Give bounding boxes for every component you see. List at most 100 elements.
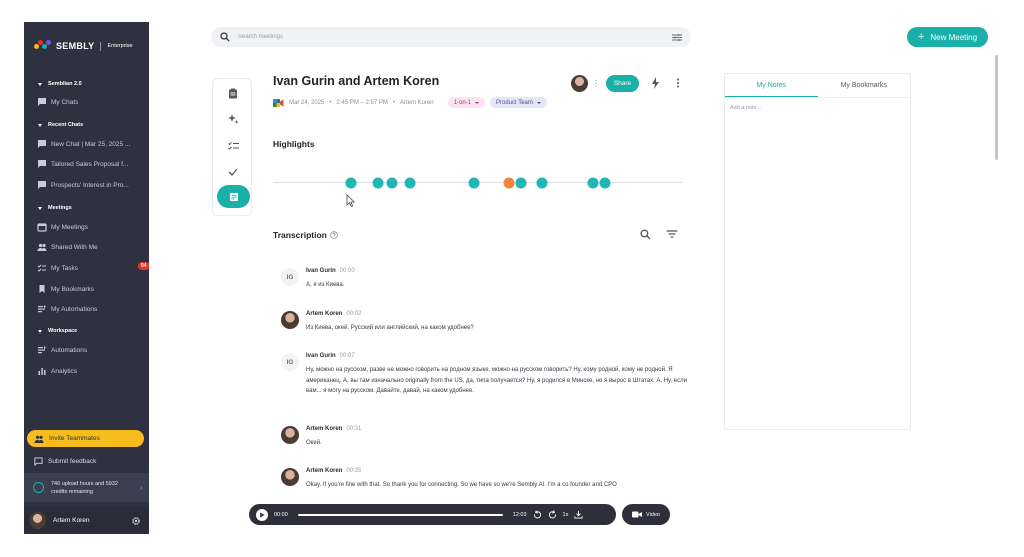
plus-icon: + <box>917 31 925 43</box>
transcript-view-button[interactable] <box>217 185 250 208</box>
search-bar[interactable] <box>211 27 691 47</box>
highlight-marker[interactable] <box>515 177 527 189</box>
user-profile[interactable]: Artem Koren <box>24 507 149 534</box>
submit-feedback-link[interactable]: Submit feedback <box>34 457 96 466</box>
sidebar-item-label: My Tasks <box>51 264 78 272</box>
transcript-icon <box>229 192 238 201</box>
avatar <box>29 512 46 529</box>
highlight-marker[interactable] <box>503 177 515 189</box>
sembly-logo[interactable]: SEMBLY Enterprise <box>34 40 133 52</box>
credits-panel[interactable]: 746 upload hours and 5932 credits remain… <box>24 473 149 502</box>
highlight-marker[interactable] <box>468 177 480 189</box>
more-vertical-icon[interactable] <box>676 77 680 89</box>
more-participants-icon[interactable]: ⋮ <box>592 79 600 88</box>
sidebar-item-my-automations[interactable]: My Automations <box>37 304 145 314</box>
logo-divider <box>100 41 102 51</box>
notes-tabs: My Notes My Bookmarks <box>725 74 910 98</box>
audio-player: 00:00 12:03 1x <box>249 504 616 525</box>
speaker-header: Ivan Gurin 00:00 <box>306 268 355 274</box>
chat-icon <box>38 160 46 168</box>
tag-pill[interactable]: 1-on-1 <box>447 97 485 108</box>
sidebar-item-my-bookmarks[interactable]: My Bookmarks <box>37 284 145 294</box>
chat-icon <box>38 181 46 189</box>
tab-my-bookmarks[interactable]: My Bookmarks <box>818 74 911 97</box>
section-meetings-label: Meetings <box>48 205 72 211</box>
search-transcript-icon[interactable] <box>640 229 651 240</box>
chevron-right-icon: › <box>140 483 143 492</box>
video-toggle-button[interactable]: Video <box>622 504 670 525</box>
page-scrollbar[interactable] <box>995 55 998 160</box>
timestamp[interactable]: 00:02 <box>346 311 361 317</box>
speaker-header: Ivan Gurin 00:07 <box>306 353 355 359</box>
new-meeting-button[interactable]: + New Meeting <box>907 27 988 47</box>
highlight-marker[interactable] <box>587 177 599 189</box>
section-workspace[interactable]: Workspace <box>38 328 77 334</box>
add-note-input[interactable]: Add a note... <box>730 105 761 111</box>
progress-ring-icon <box>33 482 44 493</box>
dot-separator: • <box>329 99 332 106</box>
people-icon <box>37 243 47 251</box>
automation-icon <box>38 305 46 313</box>
filter-sliders-icon[interactable] <box>672 33 682 42</box>
seek-bar[interactable] <box>297 513 503 516</box>
timestamp[interactable]: 00:00 <box>340 268 355 274</box>
recent-chat-item[interactable]: Tailored Sales Proposal f... <box>37 159 145 169</box>
playback-speed[interactable]: 1x <box>563 512 569 518</box>
invite-teammates-button[interactable]: Invite Teammates <box>27 430 144 447</box>
rewind-icon[interactable] <box>533 510 542 519</box>
sidebar-item-automations[interactable]: Automations <box>37 345 145 355</box>
highlight-marker[interactable] <box>536 177 548 189</box>
sidebar-item-analytics[interactable]: Analytics <box>37 366 145 376</box>
sparkle-icon[interactable] <box>226 112 240 126</box>
highlight-marker[interactable] <box>345 177 357 189</box>
filter-icon[interactable] <box>666 229 678 239</box>
video-label: Video <box>646 511 660 518</box>
sidebar-item-shared-with-me[interactable]: Shared With Me <box>37 242 145 252</box>
sidebar-item-label: Automations <box>51 346 88 354</box>
check-icon[interactable] <box>226 165 240 179</box>
timestamp[interactable]: 00:07 <box>340 353 355 359</box>
video-camera-icon <box>632 511 643 518</box>
new-meeting-label: New Meeting <box>930 32 978 42</box>
dot-separator: • <box>392 99 395 106</box>
caret-down-icon <box>38 123 42 127</box>
google-meet-icon <box>273 98 284 107</box>
recent-chat-item[interactable]: Prospects' Interest in Pro... <box>37 180 145 190</box>
clipboard-icon[interactable] <box>226 86 240 100</box>
participant-avatar[interactable] <box>571 75 588 92</box>
sidebar-item-my-meetings[interactable]: My Meetings <box>37 222 145 232</box>
forward-icon[interactable] <box>548 510 557 519</box>
calendar-icon <box>37 223 47 232</box>
transcript-text: Окей. <box>306 440 322 446</box>
checklist-icon[interactable] <box>226 139 240 153</box>
speaker-name: Ivan Gurin <box>306 268 336 274</box>
timestamp[interactable]: 00:31 <box>346 426 361 432</box>
highlight-marker[interactable] <box>599 177 611 189</box>
play-button[interactable] <box>256 508 268 521</box>
sidebar-item-label: My Chats <box>51 98 79 106</box>
sidebar-item-my-chats[interactable]: My Chats <box>37 97 145 107</box>
transcription-title-label: Transcription <box>273 230 327 240</box>
transcript-text: Ну, можно на русском, разве не можно гов… <box>306 367 687 394</box>
highlight-marker[interactable] <box>404 177 416 189</box>
help-icon[interactable] <box>330 231 338 239</box>
tab-my-notes[interactable]: My Notes <box>725 74 818 97</box>
speaker-name: Artem Koren <box>306 426 343 432</box>
search-input[interactable] <box>238 34 664 40</box>
recent-chat-item[interactable]: New Chat | Mar 25, 2025 ... <box>37 139 145 149</box>
section-semblian[interactable]: Semblian 2.0 <box>38 81 82 87</box>
highlight-marker[interactable] <box>386 177 398 189</box>
bookmark-icon <box>39 285 45 293</box>
tag-pill[interactable]: Product Team <box>489 97 547 108</box>
timestamp[interactable]: 00:35 <box>346 468 361 474</box>
gear-icon[interactable] <box>131 516 141 526</box>
caret-down-icon <box>38 329 42 333</box>
section-meetings[interactable]: Meetings <box>38 205 72 211</box>
lightning-icon[interactable] <box>651 77 660 89</box>
section-recent-chats[interactable]: Recent Chats <box>38 122 83 128</box>
search-icon <box>220 32 230 42</box>
share-button[interactable]: Share <box>606 75 639 92</box>
sidebar-item-my-tasks[interactable]: My Tasks 94 <box>37 262 149 273</box>
highlight-marker[interactable] <box>372 177 384 189</box>
download-icon[interactable] <box>574 510 583 519</box>
